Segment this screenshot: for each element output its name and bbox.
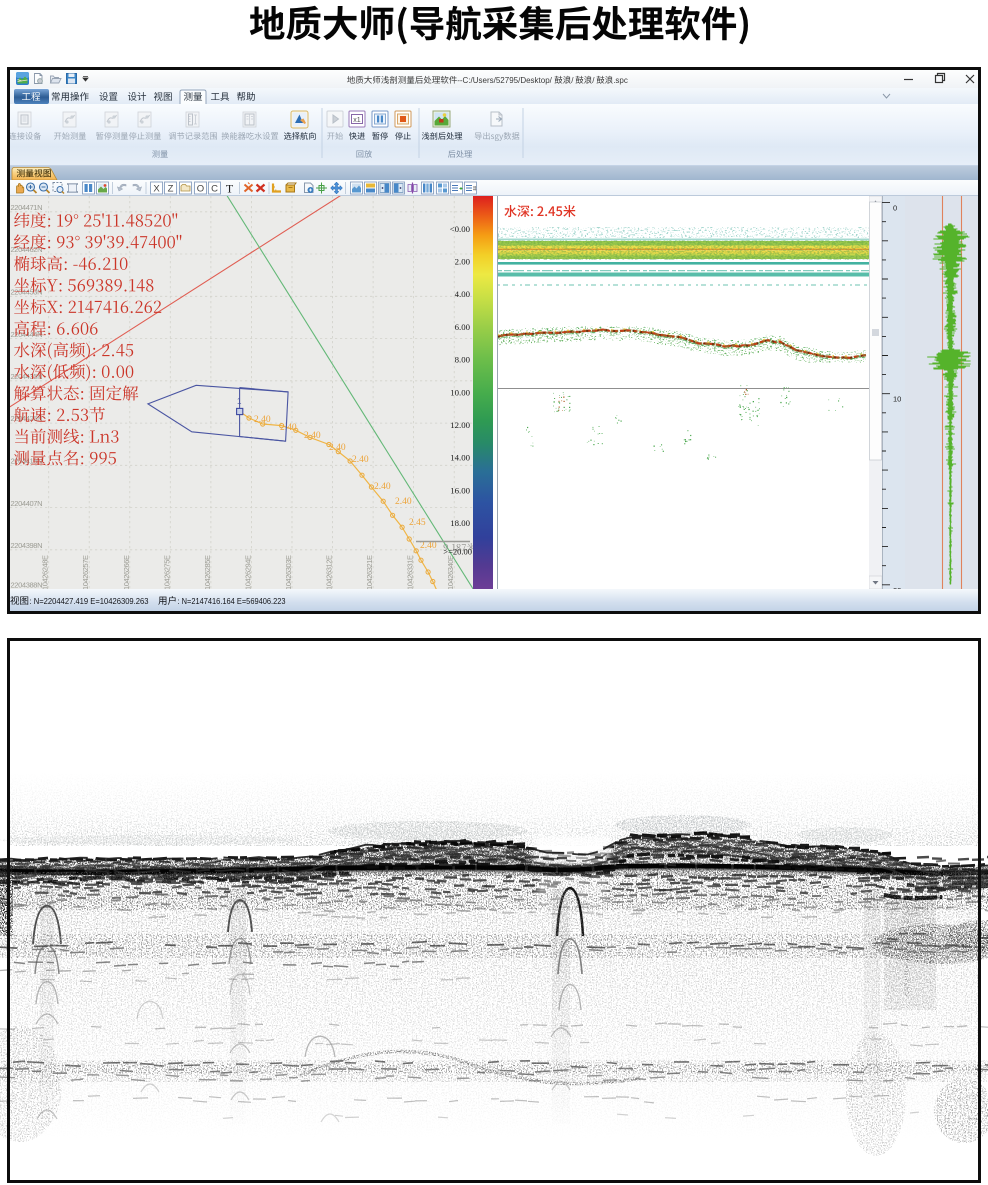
svg-text:10426303E: 10426303E bbox=[284, 555, 293, 589]
svg-text:10426266E: 10426266E bbox=[122, 555, 131, 589]
svg-text:2204407N: 2204407N bbox=[11, 499, 43, 508]
svg-text:O: O bbox=[197, 184, 204, 195]
svg-text:10426294E: 10426294E bbox=[243, 555, 252, 589]
svg-text:2.00: 2.00 bbox=[455, 257, 471, 267]
svg-text:X: X bbox=[153, 184, 160, 195]
svg-text:2204388N: 2204388N bbox=[11, 581, 43, 590]
svg-text:.spc: .spc bbox=[613, 76, 628, 85]
svg-text:2.40: 2.40 bbox=[420, 541, 437, 551]
svg-text:2.40: 2.40 bbox=[352, 455, 369, 465]
svg-text:16.00: 16.00 bbox=[450, 485, 470, 495]
svg-text:2.40: 2.40 bbox=[374, 482, 391, 492]
svg-text:10.00: 10.00 bbox=[450, 387, 470, 397]
svg-text:10426248E: 10426248E bbox=[41, 555, 50, 589]
svg-text:10426331E: 10426331E bbox=[406, 555, 415, 589]
svg-text:2204462N: 2204462N bbox=[11, 245, 43, 254]
svg-text:12.00: 12.00 bbox=[450, 420, 470, 430]
svg-text:/: / bbox=[592, 76, 595, 85]
svg-text:2204398N: 2204398N bbox=[11, 541, 43, 550]
svg-text:18.00: 18.00 bbox=[450, 518, 470, 528]
svg-text:>=20.00: >=20.00 bbox=[443, 547, 472, 557]
svg-text:2204444N: 2204444N bbox=[11, 330, 43, 339]
svg-text:10426321E: 10426321E bbox=[365, 555, 374, 589]
svg-text:--C:/Users/52795/Desktop/: --C:/Users/52795/Desktop/ bbox=[457, 76, 552, 85]
svg-text:: N=2147416.164 E=569406.223: : N=2147416.164 E=569406.223 bbox=[178, 596, 286, 606]
svg-text:2.45: 2.45 bbox=[409, 518, 426, 528]
svg-text:10426340E: 10426340E bbox=[446, 555, 455, 589]
svg-text:6.00: 6.00 bbox=[455, 322, 471, 332]
svg-text:Z: Z bbox=[168, 184, 174, 195]
svg-text:2204471N: 2204471N bbox=[11, 203, 43, 212]
svg-text:1: 1 bbox=[237, 397, 242, 406]
svg-text:2.40: 2.40 bbox=[280, 423, 297, 433]
svg-text:2.40: 2.40 bbox=[254, 415, 271, 425]
svg-text:4.00: 4.00 bbox=[455, 289, 471, 299]
svg-text:10: 10 bbox=[893, 395, 901, 404]
svg-text:8.00: 8.00 bbox=[455, 355, 471, 365]
svg-text:2.40: 2.40 bbox=[304, 431, 321, 441]
svg-text:/: / bbox=[571, 76, 574, 85]
svg-text:14.00: 14.00 bbox=[450, 453, 470, 463]
svg-text:2.40: 2.40 bbox=[329, 443, 346, 453]
svg-text:0: 0 bbox=[893, 204, 897, 213]
svg-text:<0.00: <0.00 bbox=[450, 224, 471, 234]
svg-text:: N=2204427.419 E=10426309.263: : N=2204427.419 E=10426309.263 bbox=[30, 596, 149, 606]
svg-text:C: C bbox=[211, 184, 218, 195]
svg-text:x1: x1 bbox=[353, 117, 361, 124]
svg-text:2204453N: 2204453N bbox=[11, 288, 43, 297]
svg-text:10426257E: 10426257E bbox=[81, 555, 90, 589]
svg-text:10426285E: 10426285E bbox=[203, 555, 212, 589]
svg-text:10426312E: 10426312E bbox=[325, 555, 334, 589]
svg-text:T: T bbox=[226, 182, 234, 196]
svg-text:10426275E: 10426275E bbox=[162, 555, 171, 589]
svg-text:2.40: 2.40 bbox=[395, 497, 412, 507]
